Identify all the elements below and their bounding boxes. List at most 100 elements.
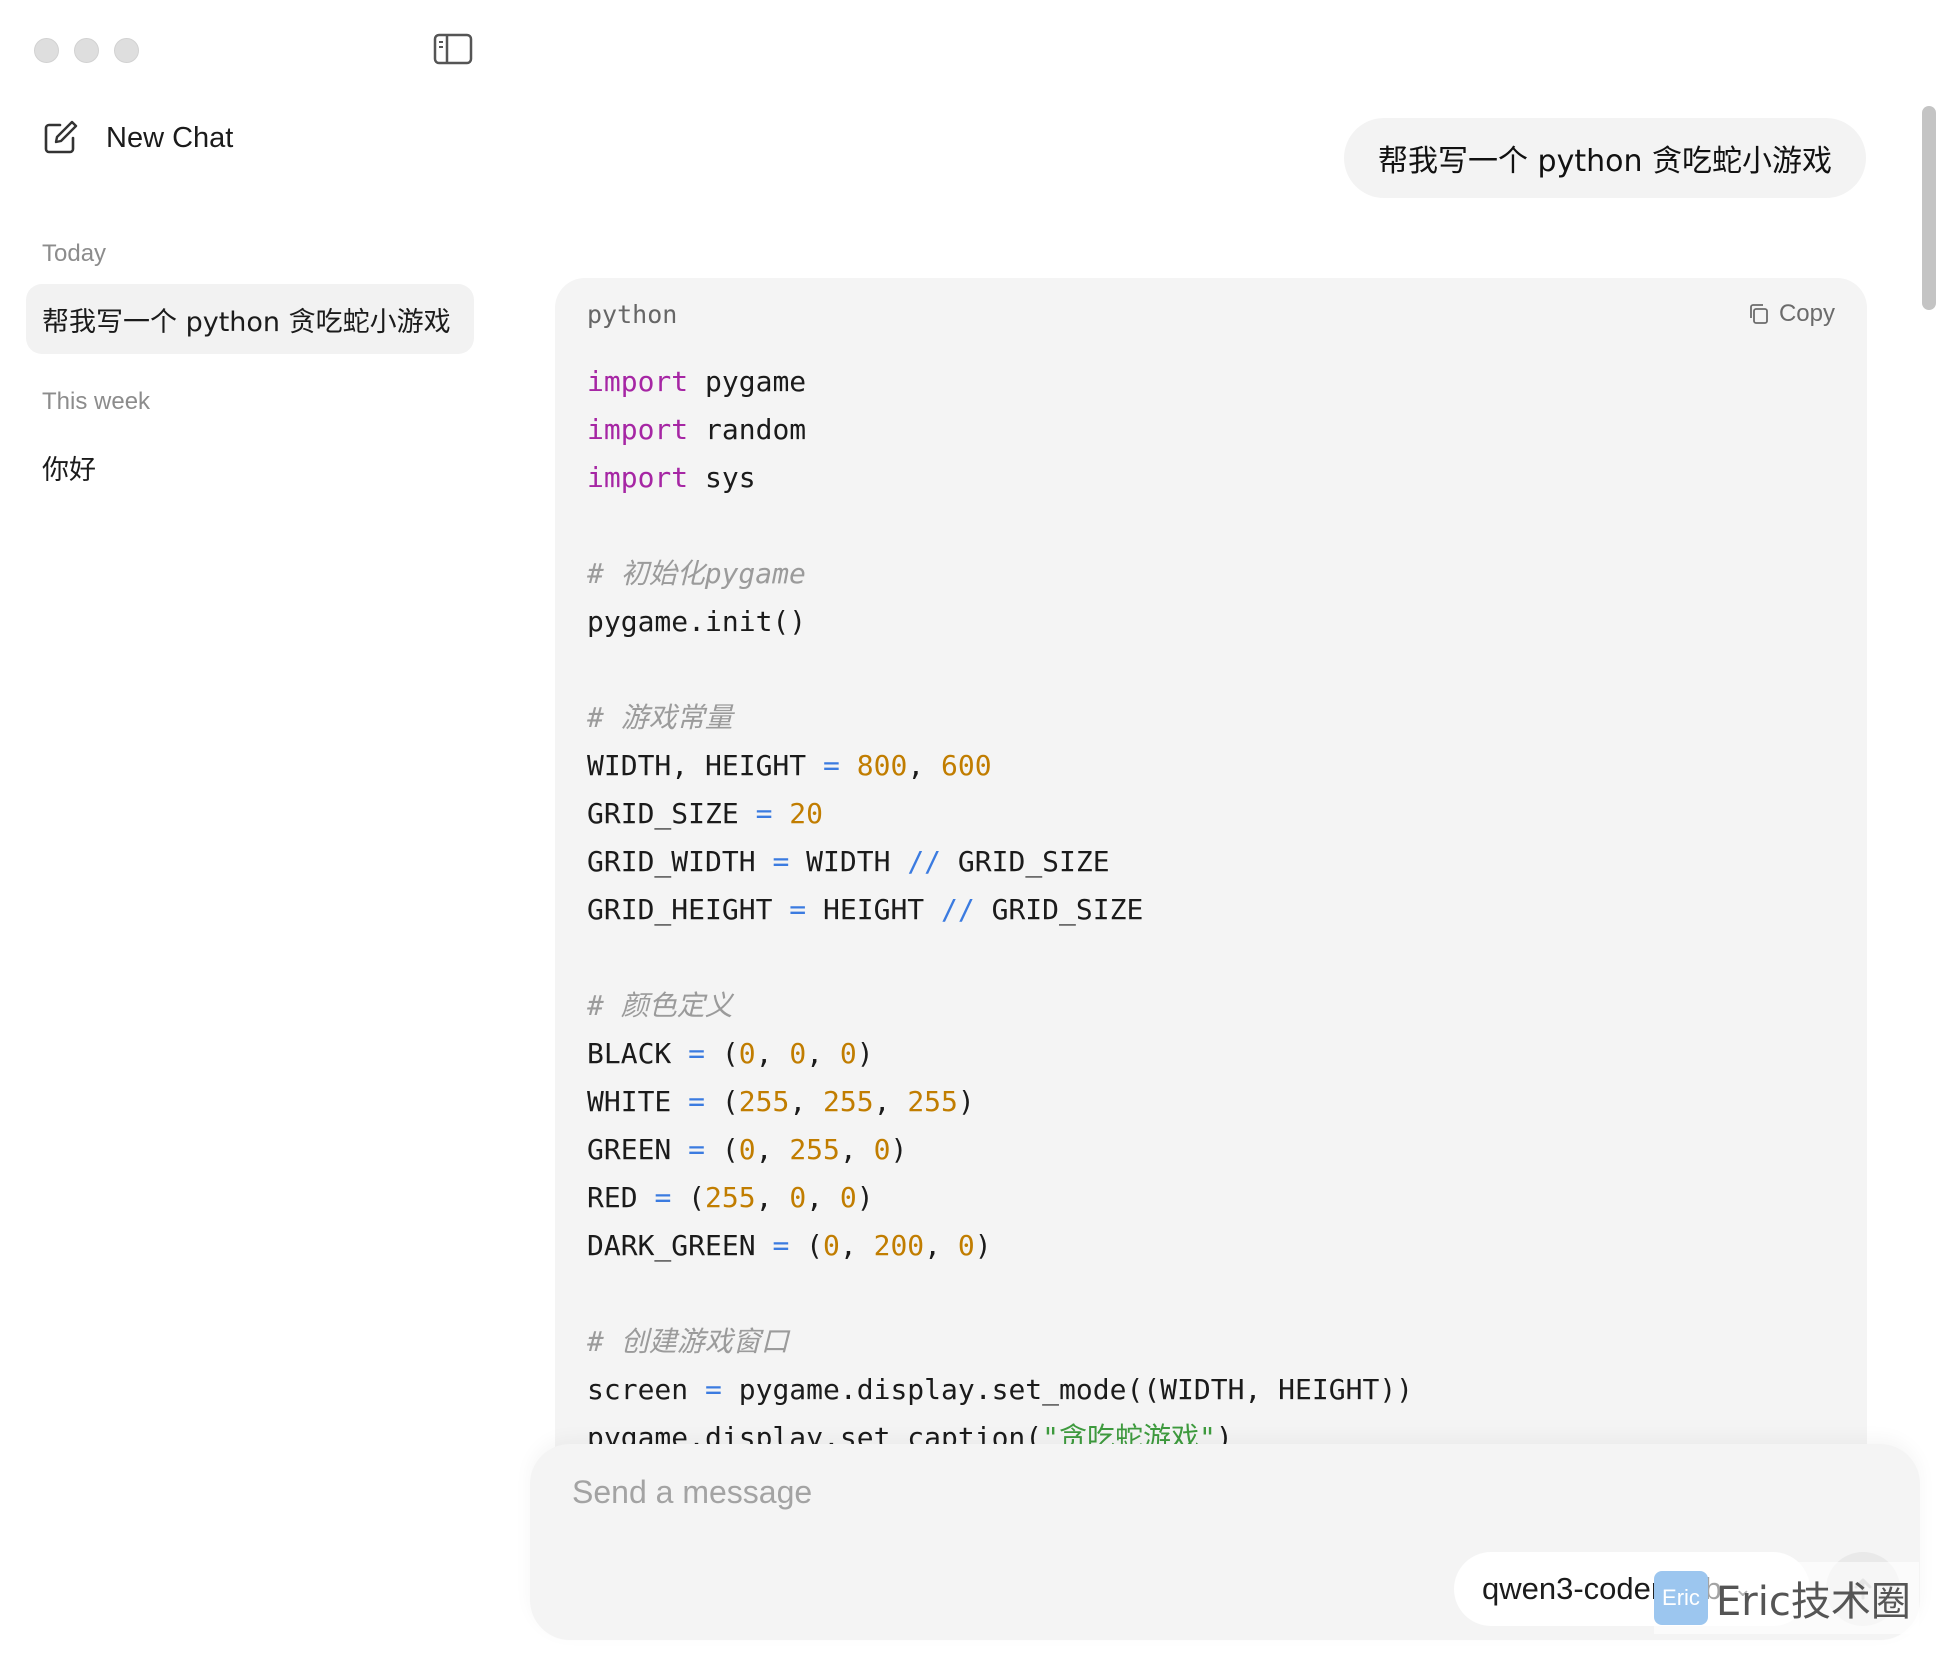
new-chat-button[interactable]: New Chat (40, 112, 300, 164)
code-token: WIDTH (789, 845, 907, 878)
code-token: random (688, 413, 806, 446)
code-token: sys (688, 461, 755, 494)
code-token: DARK_GREEN (587, 1229, 772, 1262)
code-token: , (806, 1037, 840, 1070)
code-token: 600 (941, 749, 992, 782)
window-minimize-button[interactable] (74, 38, 99, 63)
code-token: ( (705, 1085, 739, 1118)
code-token: , (874, 1085, 908, 1118)
code-token: pygame.init() (587, 605, 806, 638)
code-token: ) (857, 1181, 874, 1214)
code-line: GRID_SIZE = 20 (587, 790, 1835, 838)
code-token: = (688, 1037, 705, 1070)
code-token: import (587, 365, 688, 398)
window-close-button[interactable] (34, 38, 59, 63)
copy-code-button[interactable]: Copy (1747, 300, 1835, 328)
code-line (587, 1270, 1835, 1318)
code-token: WHITE (587, 1085, 688, 1118)
code-token: import (587, 461, 688, 494)
code-token: , (924, 1229, 958, 1262)
code-token: 0 (789, 1037, 806, 1070)
code-line: # 创建游戏窗口 (587, 1318, 1835, 1366)
code-token: 0 (874, 1133, 891, 1166)
code-line: GRID_HEIGHT = HEIGHT // GRID_SIZE (587, 886, 1835, 934)
code-token: = (705, 1373, 722, 1406)
code-token: screen (587, 1373, 705, 1406)
code-token: = (789, 893, 806, 926)
code-token: # 颜色定义 (587, 989, 733, 1022)
code-token: GRID_SIZE (587, 797, 756, 830)
code-token: pygame.display.set_mode((WIDTH, HEIGHT)) (722, 1373, 1413, 1406)
code-token: BLACK (587, 1037, 688, 1070)
user-message-bubble: 帮我写一个 python 贪吃蛇小游戏 (1344, 118, 1866, 198)
watermark: Eric Eric技术圈 (1654, 1562, 1919, 1634)
code-token: 255 (705, 1181, 756, 1214)
sidebar: New Chat Today 帮我写一个 python 贪吃蛇小游戏 This … (0, 0, 520, 1660)
code-token: 255 (823, 1085, 874, 1118)
code-token: GRID_SIZE (941, 845, 1110, 878)
code-token: // (941, 893, 975, 926)
window-zoom-button[interactable] (114, 38, 139, 63)
sidebar-toggle-button[interactable] (432, 32, 474, 66)
code-token: , (756, 1181, 790, 1214)
code-line: import pygame (587, 358, 1835, 406)
code-token: ) (857, 1037, 874, 1070)
sidebar-chat-item[interactable]: 你好 (26, 432, 474, 502)
code-line: GRID_WIDTH = WIDTH // GRID_SIZE (587, 838, 1835, 886)
code-token: ) (958, 1085, 975, 1118)
code-token: HEIGHT (806, 893, 941, 926)
section-title-today: Today (42, 240, 106, 268)
code-token: 0 (739, 1037, 756, 1070)
code-token: 0 (958, 1229, 975, 1262)
code-line (587, 646, 1835, 694)
copy-label: Copy (1779, 300, 1835, 328)
code-token: , (756, 1037, 790, 1070)
code-line: import random (587, 406, 1835, 454)
code-token: 0 (840, 1181, 857, 1214)
code-token: GRID_HEIGHT (587, 893, 789, 926)
code-line: import sys (587, 454, 1835, 502)
code-token: GRID_WIDTH (587, 845, 772, 878)
message-input[interactable] (570, 1466, 1574, 1518)
code-line: RED = (255, 0, 0) (587, 1174, 1835, 1222)
code-token: RED (587, 1181, 654, 1214)
code-line: GREEN = (0, 255, 0) (587, 1126, 1835, 1174)
code-line: pygame.init() (587, 598, 1835, 646)
code-token: 255 (789, 1133, 840, 1166)
code-token (840, 749, 857, 782)
code-line: # 颜色定义 (587, 982, 1835, 1030)
new-chat-label: New Chat (106, 122, 233, 155)
code-line (587, 934, 1835, 982)
code-token: 0 (840, 1037, 857, 1070)
code-token: , (756, 1133, 790, 1166)
code-token: 0 (823, 1229, 840, 1262)
code-line: WIDTH, HEIGHT = 800, 600 (587, 742, 1835, 790)
code-token: ( (705, 1133, 739, 1166)
code-token: 255 (739, 1085, 790, 1118)
code-token: = (688, 1085, 705, 1118)
code-token: ( (789, 1229, 823, 1262)
code-token: , (840, 1133, 874, 1166)
watermark-text: Eric技术圈 (1716, 1569, 1911, 1627)
code-token: ( (671, 1181, 705, 1214)
code-token: // (907, 845, 941, 878)
code-line: screen = pygame.display.set_mode((WIDTH,… (587, 1366, 1835, 1414)
code-token: = (823, 749, 840, 782)
code-token: = (756, 797, 773, 830)
code-line: # 游戏常量 (587, 694, 1835, 742)
watermark-logo: Eric (1654, 1571, 1708, 1625)
code-token: # 初始化pygame (587, 557, 806, 590)
section-title-this-week: This week (42, 388, 150, 416)
code-token: ) (975, 1229, 992, 1262)
code-language-label: python (587, 300, 677, 329)
code-line: BLACK = (0, 0, 0) (587, 1030, 1835, 1078)
sidebar-chat-item[interactable]: 帮我写一个 python 贪吃蛇小游戏 (26, 284, 474, 354)
scrollbar-thumb[interactable] (1922, 106, 1936, 310)
code-token: 20 (789, 797, 823, 830)
code-token: GRID_SIZE (975, 893, 1144, 926)
code-line (587, 502, 1835, 550)
code-token: # 创建游戏窗口 (587, 1325, 789, 1358)
code-token: import (587, 413, 688, 446)
code-token: ( (705, 1037, 739, 1070)
code-token: , (840, 1229, 874, 1262)
